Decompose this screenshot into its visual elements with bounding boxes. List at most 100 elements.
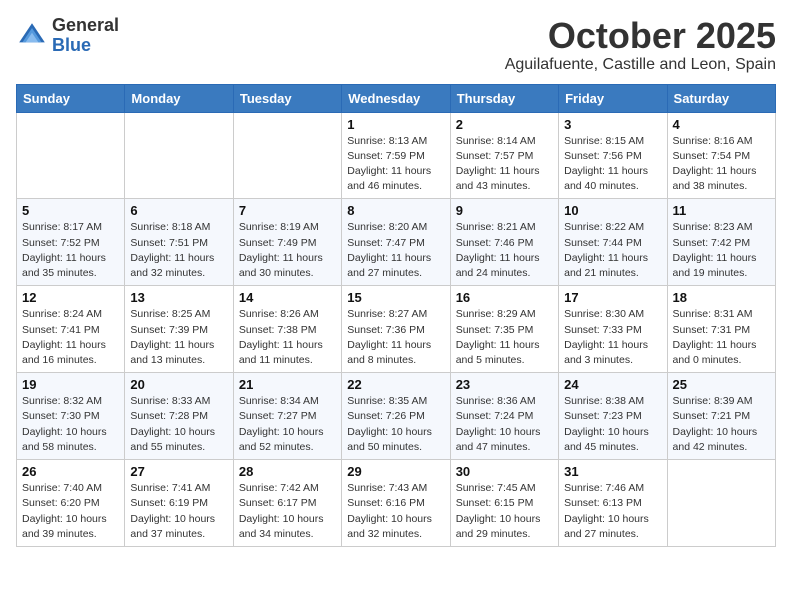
day-info: Sunrise: 8:29 AM Sunset: 7:35 PM Dayligh… — [456, 307, 553, 368]
calendar-cell: 19Sunrise: 8:32 AM Sunset: 7:30 PM Dayli… — [17, 373, 125, 460]
logo-icon — [16, 20, 48, 52]
day-info: Sunrise: 8:14 AM Sunset: 7:57 PM Dayligh… — [456, 134, 553, 195]
calendar-cell: 7 Sunrise: 8:19 AM Sunset: 7:49 PM Daylig… — [233, 199, 341, 286]
day-info: Sunrise: 8:36 AM Sunset: 7:24 PM Dayligh… — [456, 394, 553, 455]
day-number: 15 — [347, 290, 444, 305]
col-header-monday: Monday — [125, 84, 233, 112]
calendar-cell: 31Sunrise: 7:46 AM Sunset: 6:13 PM Dayli… — [559, 460, 667, 547]
calendar-cell: 16Sunrise: 8:29 AM Sunset: 7:35 PM Dayli… — [450, 286, 558, 373]
day-info: Sunrise: 8:19 AM Sunset: 7:49 PM Dayligh… — [239, 220, 336, 281]
day-info: Sunrise: 7:40 AM Sunset: 6:20 PM Dayligh… — [22, 481, 119, 542]
day-info: Sunrise: 8:13 AM Sunset: 7:59 PM Dayligh… — [347, 134, 444, 195]
calendar-cell: 30Sunrise: 7:45 AM Sunset: 6:15 PM Dayli… — [450, 460, 558, 547]
day-number: 29 — [347, 464, 444, 479]
day-number: 10 — [564, 203, 661, 218]
day-info: Sunrise: 8:20 AM Sunset: 7:47 PM Dayligh… — [347, 220, 444, 281]
day-number: 27 — [130, 464, 227, 479]
day-info: Sunrise: 7:43 AM Sunset: 6:16 PM Dayligh… — [347, 481, 444, 542]
calendar-week-row: 5 Sunrise: 8:17 AM Sunset: 7:52 PM Daylig… — [17, 199, 776, 286]
day-info: Sunrise: 8:34 AM Sunset: 7:27 PM Dayligh… — [239, 394, 336, 455]
calendar-cell: 3 Sunrise: 8:15 AM Sunset: 7:56 PM Daylig… — [559, 112, 667, 199]
day-info: Sunrise: 8:39 AM Sunset: 7:21 PM Dayligh… — [673, 394, 770, 455]
col-header-saturday: Saturday — [667, 84, 775, 112]
day-number: 21 — [239, 377, 336, 392]
month-title: October 2025 — [505, 16, 776, 56]
calendar-header-row: SundayMondayTuesdayWednesdayThursdayFrid… — [17, 84, 776, 112]
calendar-cell: 10 Sunrise: 8:22 AM Sunset: 7:44 PM Dayli… — [559, 199, 667, 286]
day-info: Sunrise: 8:17 AM Sunset: 7:52 PM Dayligh… — [22, 220, 119, 281]
logo-blue: Blue — [52, 35, 91, 55]
day-info: Sunrise: 8:24 AM Sunset: 7:41 PM Dayligh… — [22, 307, 119, 368]
day-number: 24 — [564, 377, 661, 392]
calendar-cell: 28Sunrise: 7:42 AM Sunset: 6:17 PM Dayli… — [233, 460, 341, 547]
calendar-cell — [125, 112, 233, 199]
day-number: 5 — [22, 203, 119, 218]
calendar-table: SundayMondayTuesdayWednesdayThursdayFrid… — [16, 84, 776, 547]
logo-text: General Blue — [52, 16, 119, 56]
day-info: Sunrise: 8:26 AM Sunset: 7:38 PM Dayligh… — [239, 307, 336, 368]
day-number: 22 — [347, 377, 444, 392]
day-info: Sunrise: 8:30 AM Sunset: 7:33 PM Dayligh… — [564, 307, 661, 368]
day-number: 14 — [239, 290, 336, 305]
day-number: 20 — [130, 377, 227, 392]
calendar-week-row: 1 Sunrise: 8:13 AM Sunset: 7:59 PM Daylig… — [17, 112, 776, 199]
calendar-week-row: 26Sunrise: 7:40 AM Sunset: 6:20 PM Dayli… — [17, 460, 776, 547]
calendar-cell — [233, 112, 341, 199]
day-info: Sunrise: 8:32 AM Sunset: 7:30 PM Dayligh… — [22, 394, 119, 455]
calendar-cell: 8 Sunrise: 8:20 AM Sunset: 7:47 PM Daylig… — [342, 199, 450, 286]
day-number: 9 — [456, 203, 553, 218]
day-info: Sunrise: 8:25 AM Sunset: 7:39 PM Dayligh… — [130, 307, 227, 368]
day-number: 11 — [673, 203, 770, 218]
day-info: Sunrise: 8:18 AM Sunset: 7:51 PM Dayligh… — [130, 220, 227, 281]
calendar-cell: 5 Sunrise: 8:17 AM Sunset: 7:52 PM Daylig… — [17, 199, 125, 286]
calendar-cell: 11 Sunrise: 8:23 AM Sunset: 7:42 PM Dayli… — [667, 199, 775, 286]
day-info: Sunrise: 8:33 AM Sunset: 7:28 PM Dayligh… — [130, 394, 227, 455]
day-info: Sunrise: 8:31 AM Sunset: 7:31 PM Dayligh… — [673, 307, 770, 368]
col-header-thursday: Thursday — [450, 84, 558, 112]
calendar-cell: 13Sunrise: 8:25 AM Sunset: 7:39 PM Dayli… — [125, 286, 233, 373]
logo-general: General — [52, 15, 119, 35]
calendar-cell: 15 Sunrise: 8:27 AM Sunset: 7:36 PM Dayli… — [342, 286, 450, 373]
calendar-cell — [17, 112, 125, 199]
calendar-cell: 6Sunrise: 8:18 AM Sunset: 7:51 PM Daylig… — [125, 199, 233, 286]
day-info: Sunrise: 7:41 AM Sunset: 6:19 PM Dayligh… — [130, 481, 227, 542]
calendar-cell: 14 Sunrise: 8:26 AM Sunset: 7:38 PM Dayli… — [233, 286, 341, 373]
day-number: 7 — [239, 203, 336, 218]
day-number: 28 — [239, 464, 336, 479]
day-info: Sunrise: 8:16 AM Sunset: 7:54 PM Dayligh… — [673, 134, 770, 195]
calendar-cell: 4 Sunrise: 8:16 AM Sunset: 7:54 PM Daylig… — [667, 112, 775, 199]
col-header-wednesday: Wednesday — [342, 84, 450, 112]
day-number: 3 — [564, 117, 661, 132]
day-number: 23 — [456, 377, 553, 392]
day-info: Sunrise: 8:23 AM Sunset: 7:42 PM Dayligh… — [673, 220, 770, 281]
day-info: Sunrise: 8:15 AM Sunset: 7:56 PM Dayligh… — [564, 134, 661, 195]
day-number: 8 — [347, 203, 444, 218]
day-number: 1 — [347, 117, 444, 132]
day-number: 31 — [564, 464, 661, 479]
calendar-cell: 1 Sunrise: 8:13 AM Sunset: 7:59 PM Daylig… — [342, 112, 450, 199]
day-info: Sunrise: 8:22 AM Sunset: 7:44 PM Dayligh… — [564, 220, 661, 281]
calendar-cell: 25 Sunrise: 8:39 AM Sunset: 7:21 PM Dayli… — [667, 373, 775, 460]
col-header-sunday: Sunday — [17, 84, 125, 112]
calendar-cell: 22Sunrise: 8:35 AM Sunset: 7:26 PM Dayli… — [342, 373, 450, 460]
calendar-cell: 17Sunrise: 8:30 AM Sunset: 7:33 PM Dayli… — [559, 286, 667, 373]
page-header: General Blue October 2025 Aguilafuente, … — [16, 16, 776, 74]
col-header-friday: Friday — [559, 84, 667, 112]
day-number: 2 — [456, 117, 553, 132]
calendar-cell: 21 Sunrise: 8:34 AM Sunset: 7:27 PM Dayli… — [233, 373, 341, 460]
logo: General Blue — [16, 16, 119, 56]
day-number: 12 — [22, 290, 119, 305]
day-info: Sunrise: 8:27 AM Sunset: 7:36 PM Dayligh… — [347, 307, 444, 368]
col-header-tuesday: Tuesday — [233, 84, 341, 112]
day-number: 25 — [673, 377, 770, 392]
calendar-cell: 12 Sunrise: 8:24 AM Sunset: 7:41 PM Dayli… — [17, 286, 125, 373]
day-info: Sunrise: 7:45 AM Sunset: 6:15 PM Dayligh… — [456, 481, 553, 542]
calendar-cell: 24Sunrise: 8:38 AM Sunset: 7:23 PM Dayli… — [559, 373, 667, 460]
day-number: 4 — [673, 117, 770, 132]
day-info: Sunrise: 8:21 AM Sunset: 7:46 PM Dayligh… — [456, 220, 553, 281]
calendar-cell: 29 Sunrise: 7:43 AM Sunset: 6:16 PM Dayli… — [342, 460, 450, 547]
calendar-cell: 20 Sunrise: 8:33 AM Sunset: 7:28 PM Dayli… — [125, 373, 233, 460]
day-number: 18 — [673, 290, 770, 305]
calendar-cell: 18 Sunrise: 8:31 AM Sunset: 7:31 PM Dayli… — [667, 286, 775, 373]
calendar-cell: 9 Sunrise: 8:21 AM Sunset: 7:46 PM Daylig… — [450, 199, 558, 286]
